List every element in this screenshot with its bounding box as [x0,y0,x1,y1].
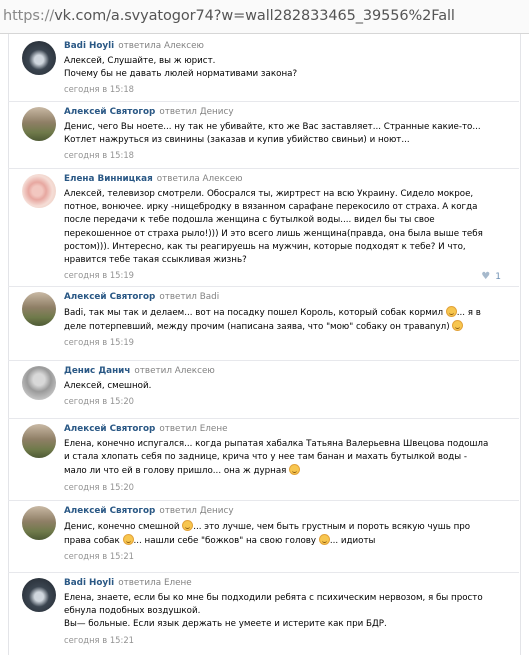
comment-date[interactable]: сегодня в 15:19 [64,336,509,348]
comment-text-part: ... нашли себе "божков" на свою голову [133,536,319,547]
avatar[interactable] [22,107,56,141]
address-bar[interactable]: https://vk.com/a.svyatogor74?w=wall28283… [0,0,529,34]
comment-text: Алексей, Слушайте, вы ж юрист. Почему бы… [64,56,298,80]
wink-emoji-icon [289,464,301,476]
comment-reply-to[interactable]: ответил Денису [159,107,233,117]
comment-text-part: Badi, так мы так и делаем... вот на поса… [64,308,446,318]
comment-item: Елена Винницкая ответила Алексею Алексей,… [8,169,519,287]
comment-reply-to[interactable]: ответил Денису [159,506,233,516]
avatar[interactable] [22,174,56,208]
comment-reply-to[interactable]: ответил Алексею [134,366,214,376]
avatar[interactable] [22,506,56,540]
comment-item: Badi Hoyli ответила Алексею Алексей, Слуш… [8,36,519,102]
comment-item: Денис Данич ответил Алексею Алексей, смеш… [8,361,519,419]
smile-emoji-icon [452,320,464,332]
comment-author[interactable]: Badi Hoyli [64,578,114,588]
comment-item: Алексей Святогор ответил Badi Badi, так м… [8,287,519,361]
comment-author[interactable]: Денис Данич [64,366,130,376]
comment-reply-to[interactable]: ответила Алексею [157,174,243,184]
comment-author[interactable]: Алексей Святогор [64,424,155,434]
address-url[interactable]: https://vk.com/a.svyatogor74?w=wall28283… [3,8,455,24]
url-path: vk.com/a.svyatogor74?w=wall282833465_395… [54,8,455,24]
comment-date[interactable]: сегодня в 15:21 [64,634,509,646]
comment-text: Алексей, смешной. [64,381,152,391]
comment-reply-to[interactable]: ответил Badi [159,292,219,302]
url-scheme: https:// [3,8,55,24]
smile-emoji-icon [182,520,194,531]
comment-date[interactable]: сегодня в 15:18 [64,149,509,161]
comment-reply-to[interactable]: ответила Елене [118,578,192,588]
comment-text: Денис, чего Вы ноете... ну так не убивай… [64,122,481,146]
comment-text: Badi, так мы так и делаем... вот на поса… [64,306,509,334]
comment-author[interactable]: Алексей Святогор [64,506,155,516]
comment-text-part: Елена, конечно испугался... когда рыпата… [64,439,489,477]
comment-item: Алексей Святогор ответил Елене Елена, кон… [8,419,519,501]
comment-reply-to[interactable]: ответил Елене [159,424,227,434]
wink-emoji-icon [318,534,330,546]
comment-text: Елена, конечно испугался... когда рыпата… [64,438,509,479]
comment-author[interactable]: Елена Винницкая [64,174,153,184]
comment-date[interactable]: сегодня в 15:19 [64,269,509,281]
comment-reply-to[interactable]: ответила Алексею [118,41,204,51]
comment-text: Елена, знаете, если бы ко мне бы подходи… [64,593,483,630]
comment-date[interactable]: сегодня в 15:20 [64,481,509,493]
comment-item: Алексей Святогор ответил Денису Денис, че… [8,102,519,169]
avatar[interactable] [22,292,56,326]
comment-author[interactable]: Badi Hoyli [64,41,114,51]
comment-date[interactable]: сегодня в 15:18 [64,83,509,95]
comment-item: Алексей Святогор ответил Денису Денис, ко… [8,501,519,573]
like-button[interactable]: ♥ 1 [481,271,501,282]
heart-icon: ♥ [481,271,491,282]
comment-date[interactable]: сегодня в 15:21 [64,550,509,562]
comment-text-part: ... идиоты [329,536,376,547]
comment-author[interactable]: Алексей Святогор [64,107,155,117]
avatar[interactable] [22,578,56,612]
comment-text-part: Денис, конечно смешной [64,522,183,532]
like-count: 1 [495,272,501,282]
comment-author[interactable]: Алексей Святогор [64,292,155,302]
comment-item: Badi Hoyli ответила Елене Елена, знаете, … [8,573,519,655]
comment-date[interactable]: сегодня в 15:20 [64,395,509,407]
comment-text: Денис, конечно смешной ... это лучше, че… [64,520,509,548]
avatar[interactable] [22,424,56,458]
smile-emoji-icon [122,534,134,546]
avatar[interactable] [22,366,56,400]
comment-text: Алексей, телевизор смотрели. Обосрался т… [64,189,483,266]
smile-emoji-icon [445,306,457,317]
avatar[interactable] [22,41,56,75]
